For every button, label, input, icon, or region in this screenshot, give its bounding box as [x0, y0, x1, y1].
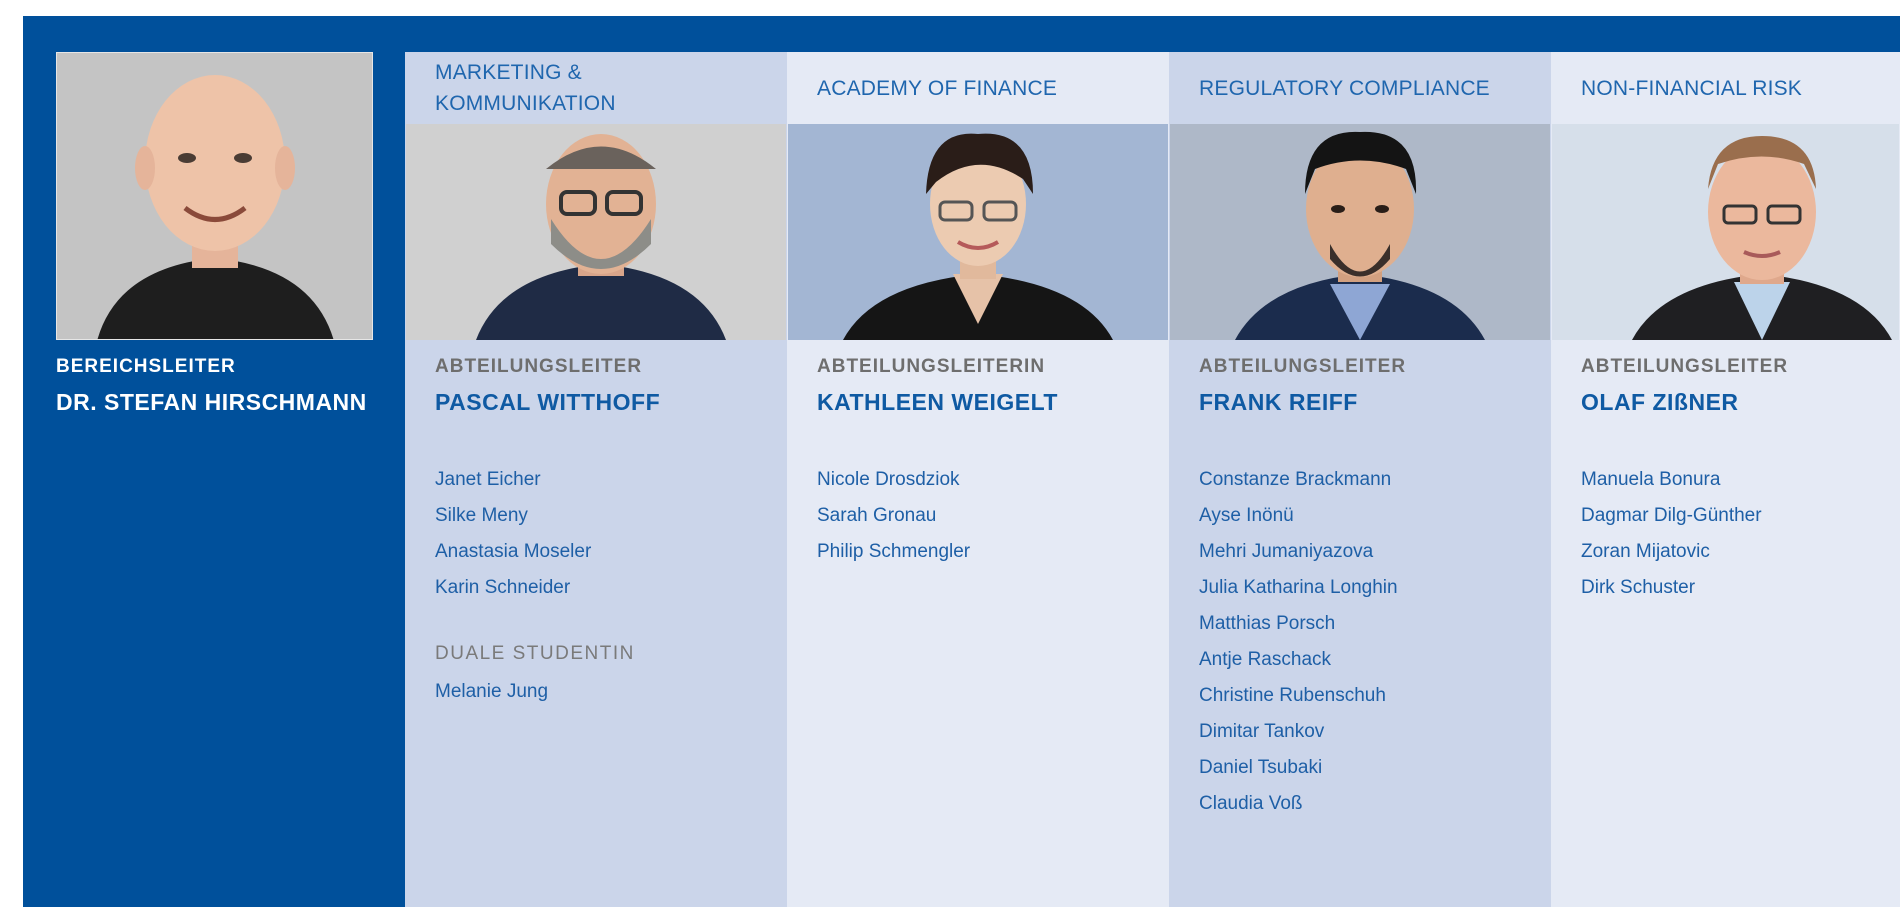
list-item: Manuela Bonura: [1581, 469, 1721, 490]
list-item: Claudia Voß: [1199, 793, 1303, 814]
list-item: Mehri Jumaniyazova: [1199, 541, 1374, 562]
department-title: NON-FINANCIAL RISK: [1581, 76, 1803, 100]
list-item: Janet Eicher: [435, 469, 541, 490]
sub-role-label: DUALE STUDENTIN: [435, 643, 635, 664]
list-item: Karin Schneider: [435, 577, 571, 598]
department-head-role: ABTEILUNGSLEITER: [1581, 356, 1789, 377]
division-head-column: BEREICHSLEITER DR. STEFAN HIRSCHMANN: [23, 16, 405, 907]
department-title: REGULATORY COMPLIANCE: [1199, 76, 1490, 100]
org-chart-panel: BEREICHSLEITER DR. STEFAN HIRSCHMANN MAR…: [23, 16, 1900, 907]
department-non-financial-risk: NON-FINANCIAL RISK ABTEILUNGSLEITER OLAF…: [1551, 52, 1900, 907]
department-head-photo: [788, 124, 1168, 340]
department-head-photo: [1170, 124, 1550, 340]
list-item: Dagmar Dilg-Günther: [1581, 505, 1762, 526]
list-item: Dirk Schuster: [1581, 577, 1696, 598]
leader-role: BEREICHSLEITER: [56, 356, 236, 377]
list-item: Antje Raschack: [1199, 649, 1332, 670]
department-head-role: ABTEILUNGSLEITER: [1199, 356, 1407, 377]
department-header: NON-FINANCIAL RISK: [1551, 52, 1900, 124]
list-item: Daniel Tsubaki: [1199, 757, 1323, 778]
department-title-line2: KOMMUNIKATION: [435, 92, 616, 115]
department-header: ACADEMY OF FINANCE: [787, 52, 1169, 124]
department-head-name: FRANK REIFF: [1199, 389, 1358, 415]
list-item: Constanze Brackmann: [1199, 469, 1392, 490]
list-item: Christine Rubenschuh: [1199, 685, 1386, 706]
member-list: Constanze Brackmann Ayse Inönü Mehri Jum…: [1199, 462, 1398, 822]
member-list: Manuela Bonura Dagmar Dilg-Günther Zoran…: [1581, 462, 1762, 606]
department-header: REGULATORY COMPLIANCE: [1169, 52, 1551, 124]
department-head-photo: [1552, 124, 1899, 340]
department-title-line1: MARKETING &: [435, 61, 582, 84]
list-item: Silke Meny: [435, 505, 528, 526]
list-item: Nicole Drosdziok: [817, 469, 960, 490]
department-head-photo: [406, 124, 786, 340]
list-item: Ayse Inönü: [1199, 505, 1294, 526]
list-item: Philip Schmengler: [817, 541, 971, 562]
list-item: Matthias Porsch: [1199, 613, 1336, 634]
department-header: MARKETING & KOMMUNIKATION: [405, 52, 787, 124]
member-list: Nicole Drosdziok Sarah Gronau Philip Sch…: [817, 462, 970, 570]
department-head-name: PASCAL WITTHOFF: [435, 389, 661, 415]
department-regulatory-compliance: REGULATORY COMPLIANCE ABTEILUNGSLEITER F…: [1169, 52, 1551, 907]
department-head-role: ABTEILUNGSLEITER: [435, 356, 643, 377]
department-marketing: MARKETING & KOMMUNIKATION ABTEILUNGSLEIT…: [405, 52, 787, 907]
department-title: ACADEMY OF FINANCE: [817, 76, 1058, 100]
sub-member-list: Melanie Jung: [435, 674, 548, 710]
list-item: Zoran Mijatovic: [1581, 541, 1710, 562]
member-list: Janet Eicher Silke Meny Anastasia Mosele…: [435, 462, 591, 606]
list-item: Anastasia Moseler: [435, 541, 592, 562]
list-item: Sarah Gronau: [817, 505, 937, 526]
department-head-role: ABTEILUNGSLEITERIN: [817, 356, 1046, 377]
department-head-name: OLAF ZIßNER: [1581, 389, 1739, 415]
list-item: Dimitar Tankov: [1199, 721, 1325, 742]
leader-photo: [56, 52, 373, 340]
department-head-name: KATHLEEN WEIGELT: [817, 389, 1058, 415]
list-item: Julia Katharina Longhin: [1199, 577, 1398, 598]
leader-name: DR. STEFAN HIRSCHMANN: [56, 389, 367, 415]
department-academy: ACADEMY OF FINANCE ABTEILUNGSLEITERIN KA…: [787, 52, 1169, 907]
list-item: Melanie Jung: [435, 681, 549, 702]
